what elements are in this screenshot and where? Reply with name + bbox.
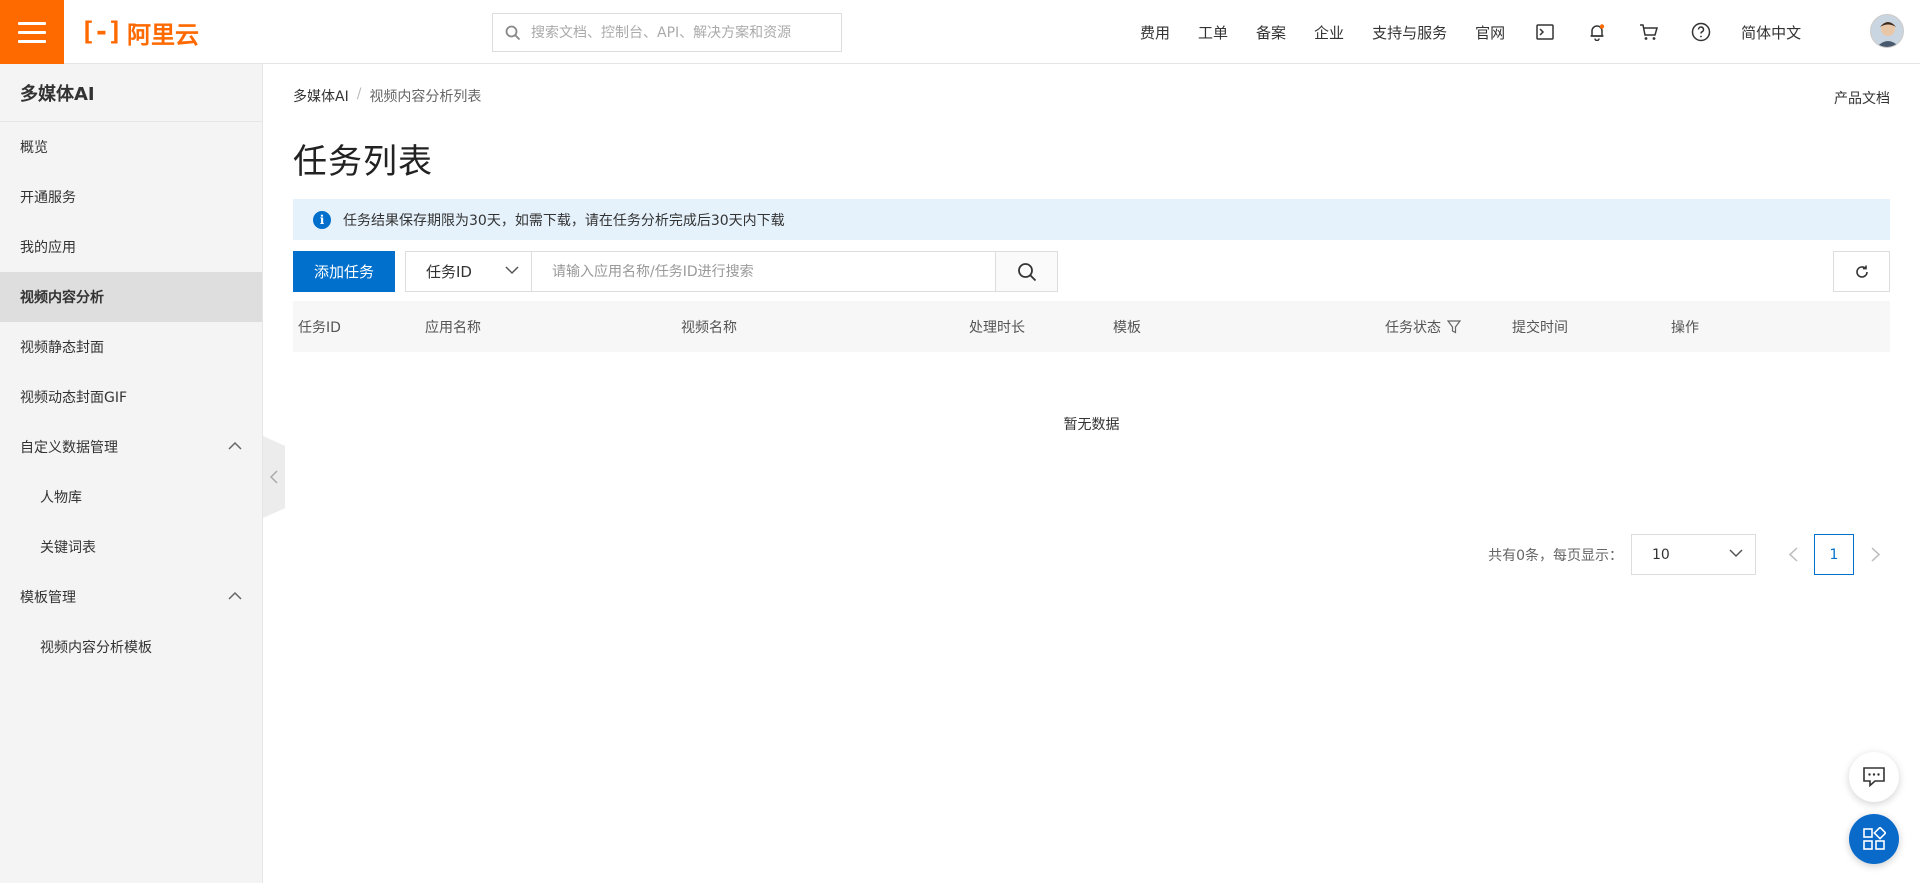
pagination: 共有0条，每页显示： 10 1	[1488, 534, 1890, 575]
select-value: 任务ID	[426, 263, 472, 281]
chat-support-button[interactable]	[1849, 752, 1899, 802]
sidebar-item-label: 模板管理	[20, 590, 76, 606]
notice-text: 任务结果保存期限为30天，如需下载，请在任务分析完成后30天内下载	[343, 212, 785, 229]
sidebar-item-gif-cover[interactable]: 视频动态封面GIF	[0, 372, 262, 422]
search-button[interactable]	[995, 251, 1058, 292]
page-size-value: 10	[1652, 546, 1670, 563]
cart-icon[interactable]	[1637, 20, 1661, 44]
sidebar-item-label: 视频静态封面	[20, 340, 104, 356]
page-number-button[interactable]: 1	[1814, 534, 1854, 575]
quick-apps-button[interactable]	[1849, 814, 1899, 864]
terminal-icon[interactable]	[1533, 20, 1557, 44]
column-header: 操作	[1671, 319, 1699, 336]
product-docs-link[interactable]: 产品文档	[1834, 88, 1890, 108]
column-header: 任务状态	[1385, 319, 1441, 336]
toolbar: 添加任务 任务ID	[293, 251, 1890, 292]
sidebar-item-label: 概览	[20, 140, 48, 156]
task-search-input[interactable]	[532, 251, 996, 292]
page-size-select[interactable]: 10	[1631, 534, 1756, 575]
sidebar-item-custom-data[interactable]: 自定义数据管理	[0, 422, 262, 472]
nav-filing[interactable]: 备案	[1256, 22, 1286, 43]
sidebar-item-label: 自定义数据管理	[20, 440, 118, 456]
breadcrumb: 多媒体AI / 视频内容分析列表	[293, 86, 481, 106]
column-header: 提交时间	[1512, 319, 1568, 336]
global-search-input[interactable]	[531, 24, 841, 41]
sidebar-item-video-analysis[interactable]: 视频内容分析	[0, 272, 262, 322]
user-avatar[interactable]	[1870, 14, 1904, 48]
chevron-down-icon	[505, 266, 519, 275]
nav-fees[interactable]: 费用	[1140, 22, 1170, 43]
help-icon[interactable]	[1689, 20, 1713, 44]
chevron-left-icon	[1788, 547, 1798, 562]
add-task-button[interactable]: 添加任务	[293, 251, 395, 292]
sidebar-item-static-cover[interactable]: 视频静态封面	[0, 322, 262, 372]
sidebar-title: 多媒体AI	[0, 64, 262, 122]
chevron-up-icon	[228, 591, 242, 600]
column-header: 应用名称	[425, 319, 481, 336]
table-header: 任务ID 应用名称 视频名称 处理时长 模板 任务状态 提交时间 操作	[293, 301, 1890, 352]
notice-banner: i 任务结果保存期限为30天，如需下载，请在任务分析完成后30天内下载	[293, 199, 1890, 240]
breadcrumb-current: 视频内容分析列表	[369, 89, 482, 105]
chevron-down-icon	[1729, 549, 1743, 558]
chevron-right-icon	[1870, 547, 1880, 562]
search-field-select[interactable]: 任务ID	[405, 251, 532, 292]
search-icon	[505, 25, 521, 40]
nav-official-site[interactable]: 官网	[1475, 22, 1505, 43]
pagination-summary: 共有0条，每页显示：	[1488, 547, 1623, 564]
column-header: 任务ID	[298, 319, 341, 336]
sidebar-item-label: 视频内容分析	[20, 290, 104, 306]
column-header-status: 任务状态	[1385, 301, 1461, 352]
sidebar-item-analysis-template[interactable]: 视频内容分析模板	[0, 622, 262, 672]
global-search[interactable]	[492, 13, 842, 52]
sidebar-item-overview[interactable]: 概览	[0, 122, 262, 172]
column-header: 模板	[1113, 319, 1141, 336]
sidebar-item-label: 人物库	[40, 490, 82, 506]
refresh-button[interactable]	[1833, 251, 1890, 292]
sidebar-item-label: 开通服务	[20, 190, 76, 206]
chat-icon	[1863, 767, 1885, 788]
bell-icon[interactable]	[1585, 20, 1609, 44]
page-title: 任务列表	[293, 142, 433, 182]
aliyun-logo[interactable]: [-] 阿里云	[80, 17, 199, 49]
prev-page-button[interactable]	[1778, 534, 1808, 575]
search-icon	[1017, 262, 1036, 281]
chevron-left-icon	[270, 470, 278, 484]
breadcrumb-root[interactable]: 多媒体AI	[293, 86, 349, 106]
logo-text: 阿里云	[126, 20, 199, 49]
sidebar: 多媒体AI 概览 开通服务 我的应用 视频内容分析 视频静态封面 视频动态封面G…	[0, 64, 263, 883]
apps-icon	[1863, 827, 1886, 850]
nav-support[interactable]: 支持与服务	[1372, 22, 1447, 43]
sidebar-item-label: 关键词表	[40, 540, 96, 556]
next-page-button[interactable]	[1860, 534, 1890, 575]
chevron-up-icon	[228, 441, 242, 450]
language-switch[interactable]: 简体中文	[1741, 22, 1801, 43]
nav-tickets[interactable]: 工单	[1198, 22, 1228, 43]
sidebar-item-my-apps[interactable]: 我的应用	[0, 222, 262, 272]
sidebar-item-activate-service[interactable]: 开通服务	[0, 172, 262, 222]
sidebar-item-label: 视频内容分析模板	[40, 640, 152, 656]
breadcrumb-separator: /	[356, 86, 362, 102]
sidebar-item-person-library[interactable]: 人物库	[0, 472, 262, 522]
top-nav: 费用 工单 备案 企业 支持与服务 官网 简体中文	[1140, 0, 1829, 64]
sidebar-item-label: 视频动态封面GIF	[20, 390, 128, 406]
sidebar-item-template-management[interactable]: 模板管理	[0, 572, 262, 622]
nav-enterprise[interactable]: 企业	[1314, 22, 1344, 43]
logo-mark: [-]	[80, 17, 123, 47]
sidebar-item-label: 我的应用	[20, 240, 76, 256]
refresh-icon	[1855, 265, 1868, 278]
filter-icon[interactable]	[1447, 319, 1461, 334]
top-bar: [-] 阿里云 费用 工单 备案 企业 支持与服务 官网 简体中文	[0, 0, 1920, 64]
sidebar-collapse-handle[interactable]	[263, 436, 285, 518]
column-header: 处理时长	[969, 319, 1025, 336]
column-header: 视频名称	[681, 319, 737, 336]
info-icon: i	[313, 210, 331, 229]
hamburger-menu-icon[interactable]	[0, 0, 64, 64]
sidebar-item-keyword-table[interactable]: 关键词表	[0, 522, 262, 572]
empty-state: 暂无数据	[1063, 417, 1120, 433]
